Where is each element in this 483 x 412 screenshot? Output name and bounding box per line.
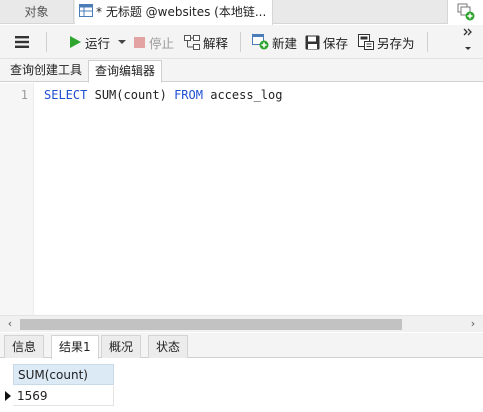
line-number-gutter: 1 (0, 83, 34, 315)
tab-untitled-query[interactable]: * 无标题 @websites (本地链... (75, 0, 273, 25)
toolbar-separator (46, 32, 47, 52)
column-header[interactable]: SUM(count) (13, 364, 114, 385)
stop-label: 停止 (149, 35, 175, 51)
sql-function: SUM(count) (94, 88, 167, 102)
add-query-icon (457, 3, 475, 21)
new-label: 新建 (272, 35, 298, 51)
toolbar-separator (240, 32, 241, 52)
tab-query-label: * 无标题 @websites (本地链... (96, 5, 267, 19)
table-cell[interactable]: 1569 (13, 386, 114, 406)
explain-button[interactable]: 解释 (184, 25, 228, 59)
toolbar-separator (427, 32, 428, 52)
scroll-right-icon[interactable]: › (465, 316, 481, 332)
toolbar-overflow-button[interactable] (463, 25, 473, 59)
sql-keyword-select: SELECT (44, 88, 88, 102)
tab-query-builder[interactable]: 查询创建工具 (4, 60, 88, 82)
result-grid: SUM(count) 1569 (0, 359, 483, 412)
save-label: 保存 (323, 35, 349, 51)
overflow-chevrons-icon (463, 28, 472, 50)
run-play-icon (70, 36, 81, 48)
tab-result-1[interactable]: 结果1 (51, 335, 99, 359)
hamburger-menu-icon (15, 36, 29, 48)
run-button[interactable]: 运行 (68, 25, 110, 59)
explain-label: 解释 (203, 35, 229, 51)
sql-table-name: access_log (210, 88, 283, 102)
tab-status[interactable]: 状态 (148, 335, 189, 358)
stop-button[interactable]: 停止 (133, 25, 174, 59)
tab-profile[interactable]: 概况 (101, 335, 142, 358)
editor-horizontal-scrollbar[interactable]: ‹ › (0, 315, 483, 332)
tab-query-editor[interactable]: 查询编辑器 (88, 60, 163, 83)
run-dropdown-button[interactable] (118, 25, 126, 59)
line-number: 1 (20, 88, 28, 102)
save-as-button[interactable]: 另存为 (358, 25, 415, 59)
save-as-label: 另存为 (377, 35, 415, 51)
result-tabs: 信息 结果1 概况 状态 (0, 333, 483, 359)
save-disk-icon (305, 35, 320, 49)
run-label: 运行 (85, 35, 111, 51)
save-button[interactable]: 保存 (305, 25, 348, 59)
new-button[interactable]: 新建 (252, 25, 297, 59)
explain-icon (184, 34, 200, 50)
sql-editor[interactable]: 1 SELECT SUM(count) FROM access_log (0, 83, 483, 315)
editor-mode-tabs: 查询创建工具 查询编辑器 (0, 59, 483, 83)
scrollbar-thumb[interactable] (20, 319, 402, 330)
new-query-icon (252, 34, 269, 50)
editor-toolbar: 运行 停止 解释 新建 保存 另存为 (0, 25, 483, 59)
tab-objects[interactable]: 对象 (0, 0, 74, 24)
chevron-down-icon (118, 40, 126, 44)
current-row-indicator-icon (2, 386, 13, 406)
query-table-icon (79, 1, 93, 25)
menu-button[interactable] (14, 25, 30, 59)
sql-code-line[interactable]: SELECT SUM(count) FROM access_log (44, 88, 282, 102)
save-as-icon (358, 34, 374, 50)
stop-icon (134, 36, 145, 48)
tab-message[interactable]: 信息 (4, 335, 45, 358)
scroll-left-icon[interactable]: ‹ (2, 316, 18, 332)
new-query-tab-button[interactable] (447, 0, 483, 24)
sql-keyword-from: FROM (174, 88, 203, 102)
window-tab-bar: 对象 * 无标题 @websites (本地链... (0, 0, 483, 25)
